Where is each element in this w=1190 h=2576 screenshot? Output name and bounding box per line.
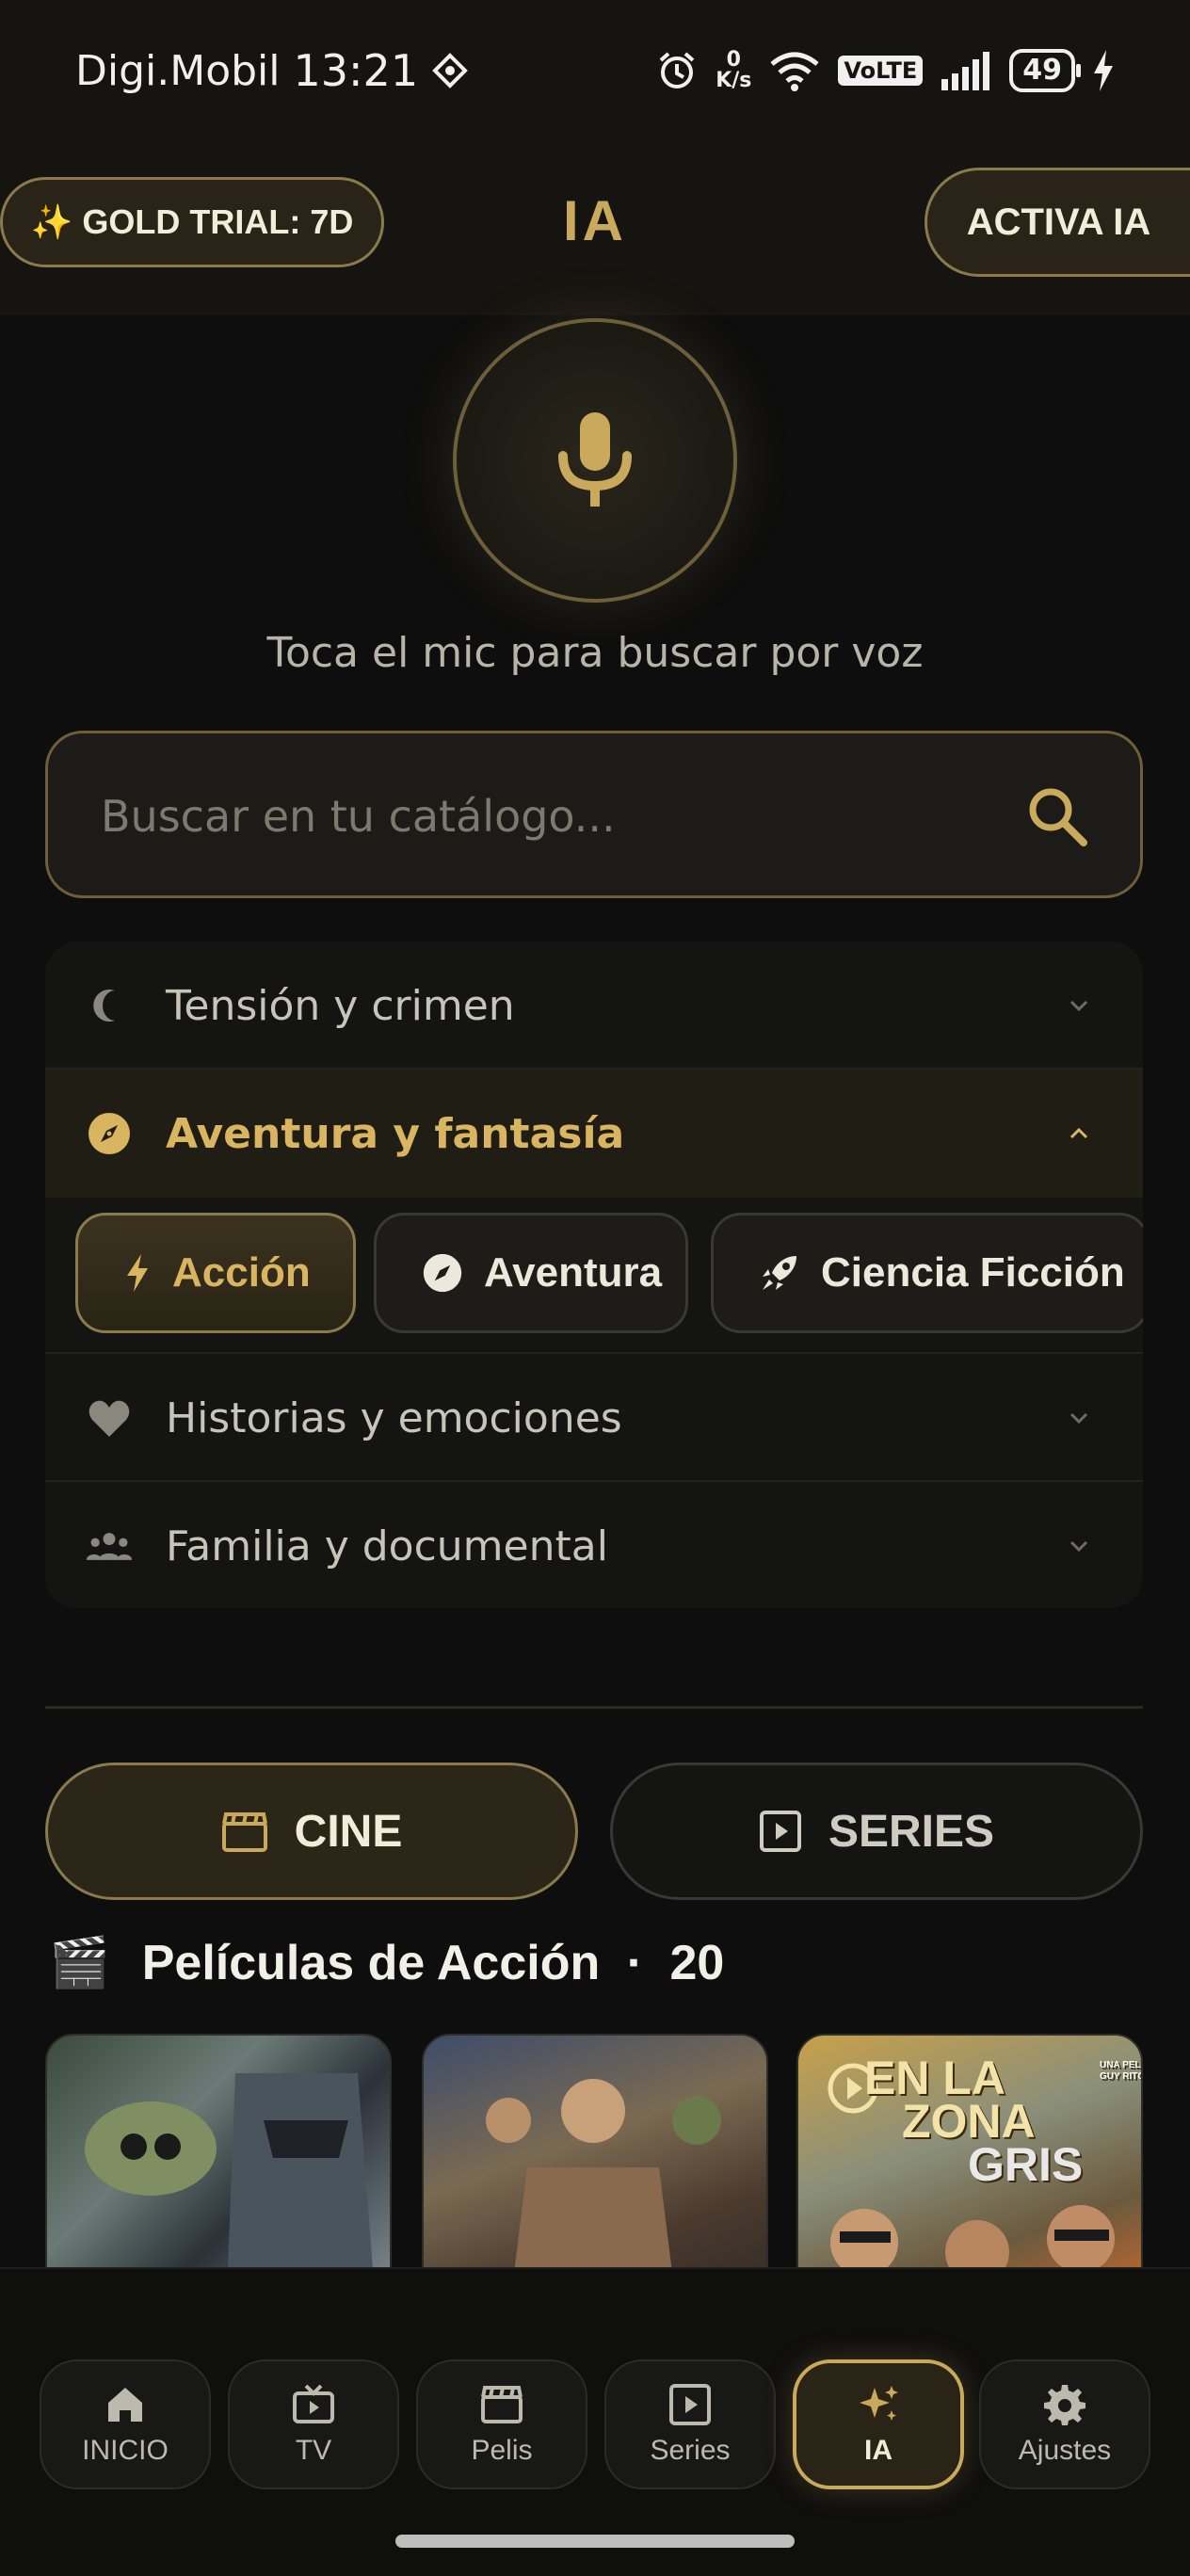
signal-icon bbox=[941, 52, 990, 90]
clapperboard-icon bbox=[481, 2386, 523, 2423]
volte-badge: VoLTE bbox=[838, 56, 924, 86]
category-accordion: Tensión y crimen Aventura y fantasía Acc… bbox=[45, 942, 1143, 1608]
app-header: ✨ GOLD TRIAL: 7D IA ACTIVA IA bbox=[0, 151, 1190, 315]
search-bar bbox=[45, 731, 1143, 898]
alarm-icon bbox=[659, 52, 695, 89]
tab-cine[interactable]: CINE bbox=[45, 1763, 578, 1900]
gear-icon bbox=[1044, 2385, 1085, 2425]
play-square-icon bbox=[759, 1811, 801, 1852]
clock: 13:21 bbox=[293, 45, 419, 96]
bottom-navigation: INICIO TV Pelis Series IA Ajustes bbox=[0, 2267, 1190, 2576]
voice-search-button[interactable] bbox=[453, 318, 737, 603]
home-icon bbox=[108, 2388, 142, 2422]
status-left: Digi.Mobil 13:21 bbox=[75, 45, 469, 96]
tv-icon bbox=[293, 2384, 334, 2423]
poster-title: EN LA ZONA GRIS UNA PELÍCULA DE GUY RITC… bbox=[864, 2052, 1143, 2191]
chevron-down-icon bbox=[1069, 1412, 1088, 1425]
rocket-icon bbox=[763, 1256, 796, 1290]
chip-aventura[interactable]: Aventura bbox=[374, 1213, 688, 1333]
genre-chips: Acción Aventura Ciencia Ficción bbox=[45, 1198, 1143, 1352]
category-familia-documental[interactable]: Familia y documental bbox=[45, 1482, 1143, 1608]
search-input[interactable] bbox=[101, 779, 948, 854]
clapperboard-icon bbox=[221, 1812, 267, 1852]
activate-ia-button[interactable]: ACTIVA IA bbox=[925, 168, 1190, 277]
section-divider bbox=[45, 1706, 1143, 1709]
chevron-up-icon bbox=[1069, 1127, 1088, 1139]
compass-icon bbox=[85, 1109, 134, 1158]
network-speed: 0 K/s bbox=[716, 48, 752, 92]
chevron-down-icon bbox=[1069, 1540, 1088, 1553]
compass-icon bbox=[423, 1253, 462, 1293]
category-aventura-fantasia[interactable]: Aventura y fantasía bbox=[45, 1070, 1143, 1198]
chip-accion[interactable]: Acción bbox=[75, 1213, 356, 1333]
sparkles-icon bbox=[860, 2386, 898, 2421]
category-label: Familia y documental bbox=[166, 1521, 608, 1570]
search-icon[interactable] bbox=[1023, 782, 1091, 850]
status-bar: Digi.Mobil 13:21 0 K/s VoLTE 49 bbox=[0, 0, 1190, 151]
wifi-icon bbox=[770, 52, 820, 91]
section-count: 20 bbox=[669, 1935, 725, 1990]
moon-icon bbox=[85, 981, 134, 1030]
tab-series[interactable]: SERIES bbox=[610, 1763, 1143, 1900]
chevron-down-icon bbox=[1069, 1000, 1088, 1012]
charging-icon bbox=[1094, 50, 1113, 91]
nav-ia[interactable]: IA bbox=[793, 2359, 964, 2489]
status-right: 0 K/s VoLTE 49 bbox=[655, 49, 1115, 92]
app-notification-icon bbox=[432, 53, 468, 89]
category-historias-emociones[interactable]: Historias y emociones bbox=[45, 1354, 1143, 1482]
home-indicator[interactable] bbox=[395, 2535, 795, 2548]
microphone-icon bbox=[558, 412, 632, 507]
nav-tv[interactable]: TV bbox=[228, 2359, 399, 2489]
bolt-icon bbox=[127, 1254, 148, 1292]
category-tension-crimen[interactable]: Tensión y crimen bbox=[45, 942, 1143, 1070]
chip-ciencia-ficcion[interactable]: Ciencia Ficción bbox=[711, 1213, 1143, 1333]
play-square-icon bbox=[669, 2384, 711, 2425]
nav-series[interactable]: Series bbox=[604, 2359, 776, 2489]
nav-pelis[interactable]: Pelis bbox=[416, 2359, 587, 2489]
clapper-emoji-icon: 🎬 bbox=[49, 1936, 110, 1990]
battery-indicator: 49 bbox=[1009, 49, 1081, 92]
nav-ajustes[interactable]: Ajustes bbox=[979, 2359, 1150, 2489]
carrier-name: Digi.Mobil bbox=[75, 46, 281, 95]
category-label: Tensión y crimen bbox=[166, 981, 515, 1030]
category-label: Aventura y fantasía bbox=[166, 1109, 625, 1158]
section-title: Películas de Acción bbox=[141, 1935, 601, 1990]
nav-inicio[interactable]: INICIO bbox=[40, 2359, 211, 2489]
section-separator: · bbox=[626, 1935, 644, 1990]
category-label: Historias y emociones bbox=[166, 1393, 622, 1442]
section-heading: 🎬 Películas de Acción · 20 bbox=[49, 1934, 724, 1991]
heart-icon bbox=[85, 1393, 134, 1442]
people-icon bbox=[85, 1521, 134, 1570]
voice-hint: Toca el mic para buscar por voz bbox=[266, 629, 924, 677]
